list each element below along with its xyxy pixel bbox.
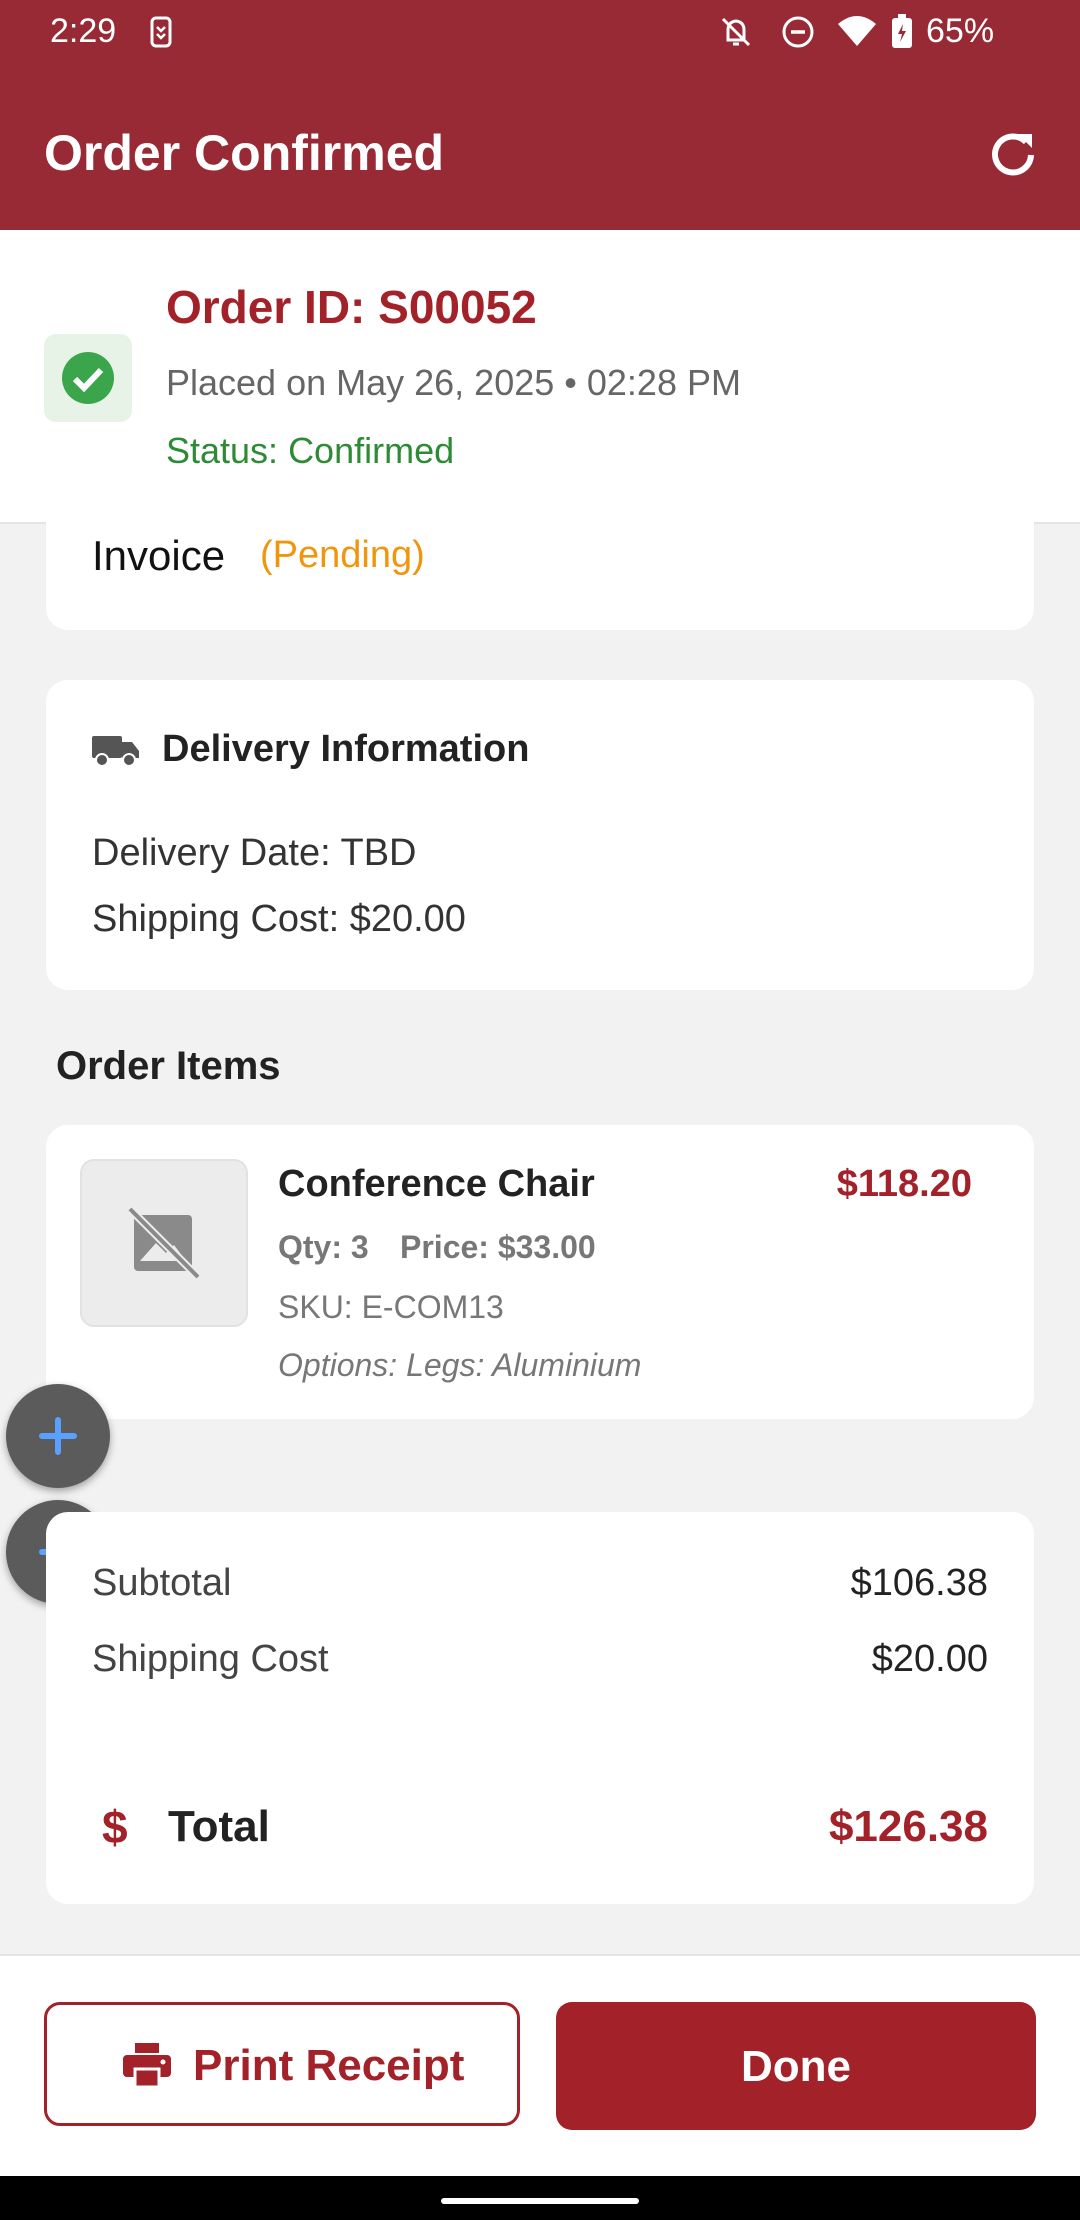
check-icon xyxy=(62,352,114,404)
print-receipt-label: Print Receipt xyxy=(193,2041,465,2090)
dollar-icon: $ xyxy=(102,1801,128,1853)
refresh-icon[interactable] xyxy=(986,128,1040,182)
order-summary-card: Subtotal $106.38 Shipping Cost $20.00 $ … xyxy=(46,1512,1034,1904)
shipping-value: $20.00 xyxy=(871,1638,988,1680)
truck-icon xyxy=(92,736,139,767)
item-sku: SKU: E-COM13 xyxy=(278,1289,504,1325)
delivery-title: Delivery Information xyxy=(162,728,530,770)
subtotal-row: Subtotal $106.38 xyxy=(92,1562,988,1605)
delivery-shipping-cost: Shipping Cost: $20.00 xyxy=(92,898,466,940)
plus-icon xyxy=(39,1417,77,1455)
home-gesture-handle[interactable] xyxy=(441,2198,639,2204)
delivery-info-card: Delivery Information Delivery Date: TBD … xyxy=(46,680,1034,990)
product-thumbnail xyxy=(80,1159,248,1327)
bell-off-icon xyxy=(721,17,751,47)
page-title: Order Confirmed xyxy=(44,125,445,181)
battery-icon xyxy=(892,14,912,48)
image-off-icon xyxy=(127,1206,201,1280)
order-placed-date: Placed on May 26, 2025 • 02:28 PM xyxy=(166,362,741,403)
item-name: Conference Chair xyxy=(278,1163,595,1205)
total-value: $126.38 xyxy=(828,1802,988,1851)
total-label: Total xyxy=(168,1802,270,1851)
subtotal-label: Subtotal xyxy=(92,1562,232,1604)
printer-icon xyxy=(123,2043,171,2087)
item-total: $118.20 xyxy=(836,1163,972,1205)
shipping-row: Shipping Cost $20.00 xyxy=(92,1638,988,1681)
subtotal-value: $106.38 xyxy=(850,1562,988,1604)
invoice-card: Invoice (Pending) xyxy=(46,470,1034,630)
order-id: Order ID: S00052 xyxy=(166,281,537,333)
invoice-status: (Pending) xyxy=(260,534,425,576)
shipping-label: Shipping Cost xyxy=(92,1638,329,1680)
status-bar: 2:29 65% xyxy=(0,0,1080,64)
list-item[interactable]: Conference Chair $118.20 Qty: 3 Price: $… xyxy=(46,1125,1034,1419)
item-unit-price: Price: $33.00 xyxy=(400,1229,596,1265)
app-bar: 2:29 65% Order Confirmed xyxy=(0,0,1080,230)
status-time: 2:29 xyxy=(50,12,117,50)
dnd-icon xyxy=(782,16,814,48)
done-label: Done xyxy=(741,2042,851,2091)
confirmed-badge xyxy=(44,334,132,422)
vibrate-icon xyxy=(150,16,172,48)
battery-percent: 65% xyxy=(926,12,995,50)
wifi-icon xyxy=(838,16,876,46)
order-items-heading: Order Items xyxy=(56,1044,281,1088)
bottom-action-bar: Print Receipt Done xyxy=(0,1954,1080,2178)
system-nav-bar xyxy=(0,2176,1080,2220)
item-options: Options: Legs: Aluminium xyxy=(278,1347,642,1383)
item-quantity: Qty: 3 xyxy=(278,1229,369,1265)
order-status: Status: Confirmed xyxy=(166,430,455,471)
print-receipt-button[interactable]: Print Receipt xyxy=(44,2002,520,2126)
done-button[interactable]: Done xyxy=(556,2002,1036,2130)
delivery-date: Delivery Date: TBD xyxy=(92,832,417,874)
invoice-label: Invoice xyxy=(92,532,226,579)
zoom-in-button[interactable] xyxy=(6,1384,110,1488)
